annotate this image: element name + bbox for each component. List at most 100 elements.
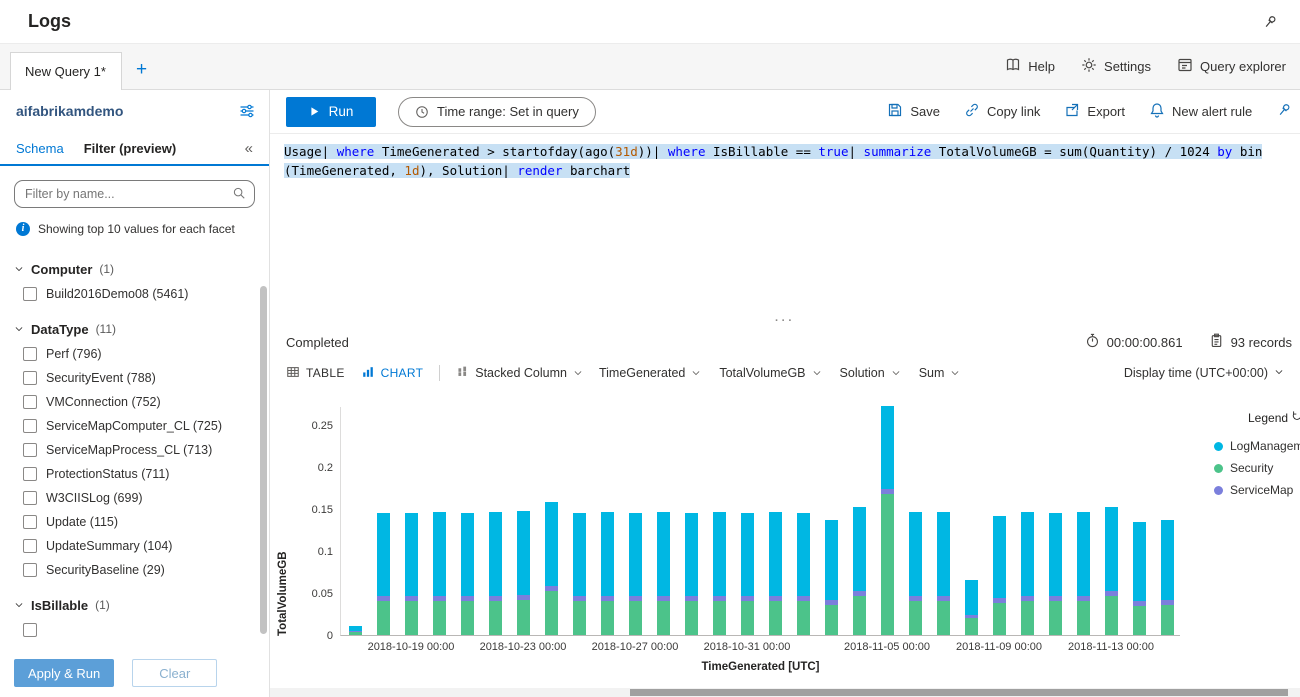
facet-group-isbillable[interactable]: IsBillable (1) xyxy=(14,592,269,618)
bar-segment-logmanagement[interactable] xyxy=(1132,522,1146,602)
bar-segment-logmanagement[interactable] xyxy=(376,513,390,597)
bar-segment-security[interactable] xyxy=(1048,601,1062,635)
bar-segment-security[interactable] xyxy=(852,595,866,635)
bar-segment-logmanagement[interactable] xyxy=(740,513,754,597)
facet-item[interactable]: ServiceMapComputer_CL (725) xyxy=(23,414,269,438)
legend-item-servicemap[interactable]: ServiceMap xyxy=(1214,479,1300,501)
bar-segment-logmanagement[interactable] xyxy=(656,512,670,597)
query-line[interactable]: (TimeGenerated, 1d), Solution| render ba… xyxy=(284,161,1300,180)
legend-header[interactable]: Legend xyxy=(1248,410,1300,425)
new-alert-rule-button[interactable]: New alert rule xyxy=(1149,102,1252,121)
bar-2018-11-09[interactable] xyxy=(992,515,1006,635)
checkbox[interactable] xyxy=(23,539,37,553)
facet-item[interactable]: UpdateSummary (104) xyxy=(23,534,269,558)
bar-segment-logmanagement[interactable] xyxy=(404,513,418,597)
facet-item[interactable]: Perf (796) xyxy=(23,342,269,366)
scrollbar-thumb[interactable] xyxy=(630,689,1288,696)
bar-segment-security[interactable] xyxy=(740,601,754,635)
bar-segment-logmanagement[interactable] xyxy=(852,507,866,591)
bar-segment-security[interactable] xyxy=(348,632,362,635)
copy-link-button[interactable]: Copy link xyxy=(964,102,1040,121)
bar-segment-logmanagement[interactable] xyxy=(460,513,474,597)
bar-segment-security[interactable] xyxy=(796,601,810,635)
checkbox[interactable] xyxy=(23,287,37,301)
bar-segment-security[interactable] xyxy=(880,493,894,635)
run-button[interactable]: Run xyxy=(286,96,376,127)
pin-to-dashboard-button[interactable]: Pin xyxy=(1276,102,1300,121)
bar-segment-security[interactable] xyxy=(1160,604,1174,635)
checkbox[interactable] xyxy=(23,347,37,361)
apply-and-run-button[interactable]: Apply & Run xyxy=(14,659,115,687)
bar-2018-10-27[interactable] xyxy=(628,513,642,635)
checkbox[interactable] xyxy=(23,443,37,457)
bar-segment-logmanagement[interactable] xyxy=(768,512,782,597)
bar-segment-logmanagement[interactable] xyxy=(572,513,586,597)
bar-2018-10-24[interactable] xyxy=(544,502,558,635)
bar-segment-logmanagement[interactable] xyxy=(880,405,894,489)
dropdown-sum[interactable]: Sum xyxy=(919,366,961,380)
bar-segment-security[interactable] xyxy=(656,601,670,635)
checkbox[interactable] xyxy=(23,623,37,637)
horizontal-scrollbar[interactable] xyxy=(270,688,1300,697)
bar-segment-logmanagement[interactable] xyxy=(908,512,922,597)
dropdown-solution[interactable]: Solution xyxy=(840,366,901,380)
bar-2018-11-11[interactable] xyxy=(1048,513,1062,635)
bar-segment-security[interactable] xyxy=(1020,601,1034,635)
bar-2018-11-07[interactable] xyxy=(936,512,950,635)
bar-2018-10-21[interactable] xyxy=(460,513,474,635)
bar-2018-10-26[interactable] xyxy=(600,512,614,635)
facet-item[interactable]: ServiceMapProcess_CL (713) xyxy=(23,438,269,462)
tab-table[interactable]: TABLE xyxy=(286,365,345,382)
filter-sliders-icon[interactable] xyxy=(239,103,255,119)
bar-segment-security[interactable] xyxy=(824,604,838,635)
bar-segment-logmanagement[interactable] xyxy=(1048,513,1062,597)
bar-segment-security[interactable] xyxy=(600,601,614,635)
legend-item-logmanagement[interactable]: LogManagement xyxy=(1214,435,1300,457)
clear-button[interactable]: Clear xyxy=(132,659,218,687)
facet-item[interactable]: W3CIISLog (699) xyxy=(23,486,269,510)
bar-segment-security[interactable] xyxy=(712,601,726,635)
facet-item[interactable]: Build2016Demo08 (5461) xyxy=(23,282,269,306)
bar-segment-logmanagement[interactable] xyxy=(544,502,558,587)
bar-2018-11-10[interactable] xyxy=(1020,512,1034,635)
bar-2018-11-04[interactable] xyxy=(852,507,866,635)
query-line[interactable]: Usage| where TimeGenerated > startofday(… xyxy=(284,142,1300,161)
collapse-panel-icon[interactable]: « xyxy=(245,140,253,157)
bar-segment-security[interactable] xyxy=(1076,601,1090,635)
bar-segment-security[interactable] xyxy=(572,601,586,635)
workspace-name[interactable]: aifabrikamdemo xyxy=(16,103,123,119)
bar-segment-logmanagement[interactable] xyxy=(1160,519,1174,600)
checkbox[interactable] xyxy=(23,563,37,577)
bar-segment-logmanagement[interactable] xyxy=(992,515,1006,599)
new-tab-button[interactable]: + xyxy=(136,60,147,79)
chart-type-dropdown[interactable]: Stacked Column xyxy=(456,365,583,381)
bar-2018-10-29[interactable] xyxy=(684,513,698,635)
bar-segment-logmanagement[interactable] xyxy=(936,512,950,597)
bar-segment-security[interactable] xyxy=(1104,596,1118,635)
bar-2018-10-28[interactable] xyxy=(656,512,670,635)
checkbox[interactable] xyxy=(23,371,37,385)
query-explorer-button[interactable]: Query explorer xyxy=(1177,57,1286,76)
bar-segment-security[interactable] xyxy=(908,601,922,635)
bar-segment-security[interactable] xyxy=(628,601,642,635)
facet-item[interactable]: ProtectionStatus (711) xyxy=(23,462,269,486)
save-button[interactable]: Save xyxy=(887,102,940,121)
bar-2018-10-31[interactable] xyxy=(740,513,754,635)
bar-2018-11-08[interactable] xyxy=(964,580,978,635)
bar-2018-11-02[interactable] xyxy=(796,513,810,635)
bar-segment-security[interactable] xyxy=(488,601,502,635)
facet-item[interactable]: Update (115) xyxy=(23,510,269,534)
legend-item-security[interactable]: Security xyxy=(1214,457,1300,479)
time-range-picker[interactable]: Time range: Set in query xyxy=(398,96,596,127)
bar-segment-security[interactable] xyxy=(992,603,1006,635)
bar-segment-logmanagement[interactable] xyxy=(684,513,698,597)
bar-2018-10-20[interactable] xyxy=(432,511,446,635)
bar-segment-logmanagement[interactable] xyxy=(1076,512,1090,597)
facet-item[interactable]: VMConnection (752) xyxy=(23,390,269,414)
bar-segment-security[interactable] xyxy=(684,601,698,635)
facet-group-computer[interactable]: Computer (1) xyxy=(14,256,269,282)
bar-2018-11-13[interactable] xyxy=(1104,507,1118,635)
bar-segment-logmanagement[interactable] xyxy=(1020,512,1034,597)
query-editor[interactable]: Usage| where TimeGenerated > startofday(… xyxy=(270,134,1300,314)
checkbox[interactable] xyxy=(23,491,37,505)
